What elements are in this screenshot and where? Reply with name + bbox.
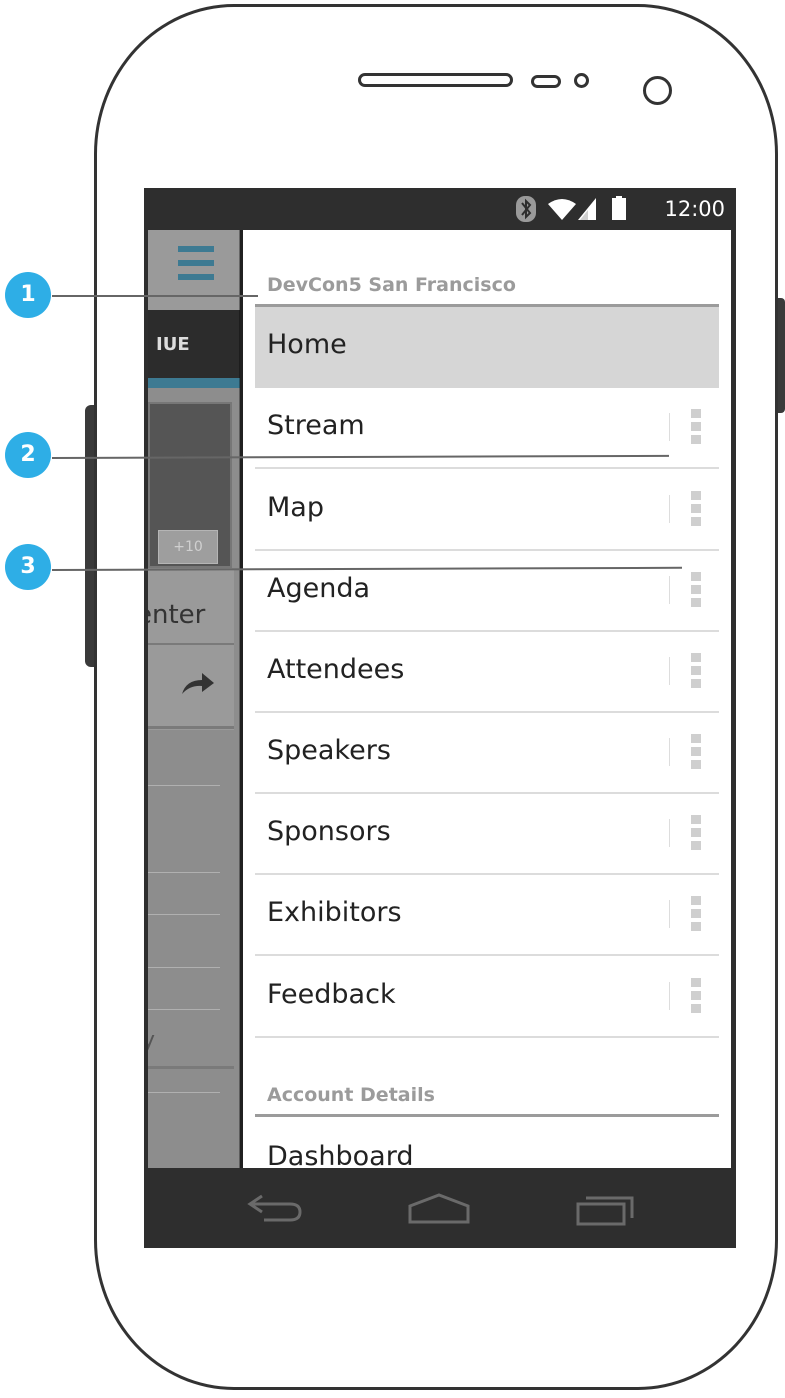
drawer-item-attendees[interactable]: Attendees [255,632,719,713]
item-separator [669,495,670,523]
background-line [148,1092,220,1093]
drawer-item-speakers[interactable]: Speakers [255,713,719,794]
item-separator [669,657,670,685]
tab-indicator [148,378,243,388]
item-separator [669,900,670,928]
back-icon[interactable] [244,1190,308,1226]
drawer-item-label: Speakers [267,735,391,766]
proximity-sensor [531,75,561,88]
wifi-icon [548,199,576,220]
item-separator [669,413,670,441]
drawer-item-feedback[interactable]: Feedback [255,957,719,1038]
drawer-item-label: Sponsors [267,816,391,847]
drag-handle-icon[interactable] [691,815,701,854]
callout-badge-2: 2 [5,432,51,478]
front-camera [643,76,672,105]
battery-icon [612,196,626,220]
item-separator [669,982,670,1010]
drag-handle-icon[interactable] [691,734,701,773]
home-icon[interactable] [406,1192,472,1226]
recent-apps-icon[interactable] [574,1190,638,1226]
background-app: IUE +10 enter y [148,230,243,1168]
callout-badge-1: 1 [5,272,51,318]
drag-handle-icon[interactable] [691,653,701,692]
drawer-item-label: Exhibitors [267,897,402,928]
background-line [148,914,220,915]
item-separator [669,738,670,766]
drawer-item-sponsors[interactable]: Sponsors [255,794,719,875]
drag-handle-icon[interactable] [691,572,701,611]
share-icon[interactable] [180,670,216,698]
background-line [148,872,220,873]
drawer-item-label: Home [267,329,347,360]
drawer-item-label: Stream [267,410,365,441]
background-line [148,967,220,968]
drag-handle-icon[interactable] [691,491,701,530]
section-header-event: DevCon5 San Francisco [267,274,516,296]
drawer-item-label: Feedback [267,979,396,1010]
background-divider [148,1066,234,1069]
drawer-item-dashboard[interactable]: Dashboard [255,1117,719,1168]
background-divider [148,726,234,729]
navigation-drawer: DevCon5 San Francisco Home Stream Map Ag… [243,230,731,1168]
background-tab[interactable]: IUE [148,310,243,378]
drawer-item-map[interactable]: Map [255,470,719,551]
drawer-item-label: Agenda [267,573,371,604]
bluetooth-icon [516,196,536,222]
background-divider [148,643,234,645]
drawer-item-agenda[interactable]: Agenda [255,551,719,632]
item-separator [669,819,670,847]
drawer-item-label: Attendees [267,654,405,685]
callout-badge-3: 3 [5,544,51,590]
background-text: enter [148,600,206,630]
signal-icon [578,198,596,220]
background-line [148,1009,220,1010]
background-line [148,785,220,786]
drag-handle-icon[interactable] [691,896,701,935]
power-button [777,298,785,413]
status-icons [516,196,626,222]
system-nav-bar [144,1168,736,1248]
callout-line-1 [52,295,258,297]
drag-handle-icon[interactable] [691,978,701,1017]
background-band [148,570,234,730]
drawer-item-home[interactable]: Home [255,307,719,388]
background-app-header [148,230,243,310]
background-text-fragment: y [148,1028,156,1053]
drawer-item-label: Map [267,492,324,523]
drawer-item-label: Dashboard [267,1141,414,1168]
drawer-item-exhibitors[interactable]: Exhibitors [255,875,719,956]
item-separator [669,576,670,604]
status-time: 12:00 [664,197,725,221]
count-chip: +10 [158,530,218,564]
screen: 12:00 IUE +10 enter y DevCon5 San Franci… [144,188,736,1248]
background-tab-label: IUE [156,334,190,355]
earpiece-speaker [358,73,513,87]
menu-icon[interactable] [178,246,214,286]
drag-handle-icon[interactable] [691,409,701,448]
section-header-account: Account Details [267,1084,435,1106]
status-bar: 12:00 [144,188,736,230]
light-sensor [574,73,589,88]
